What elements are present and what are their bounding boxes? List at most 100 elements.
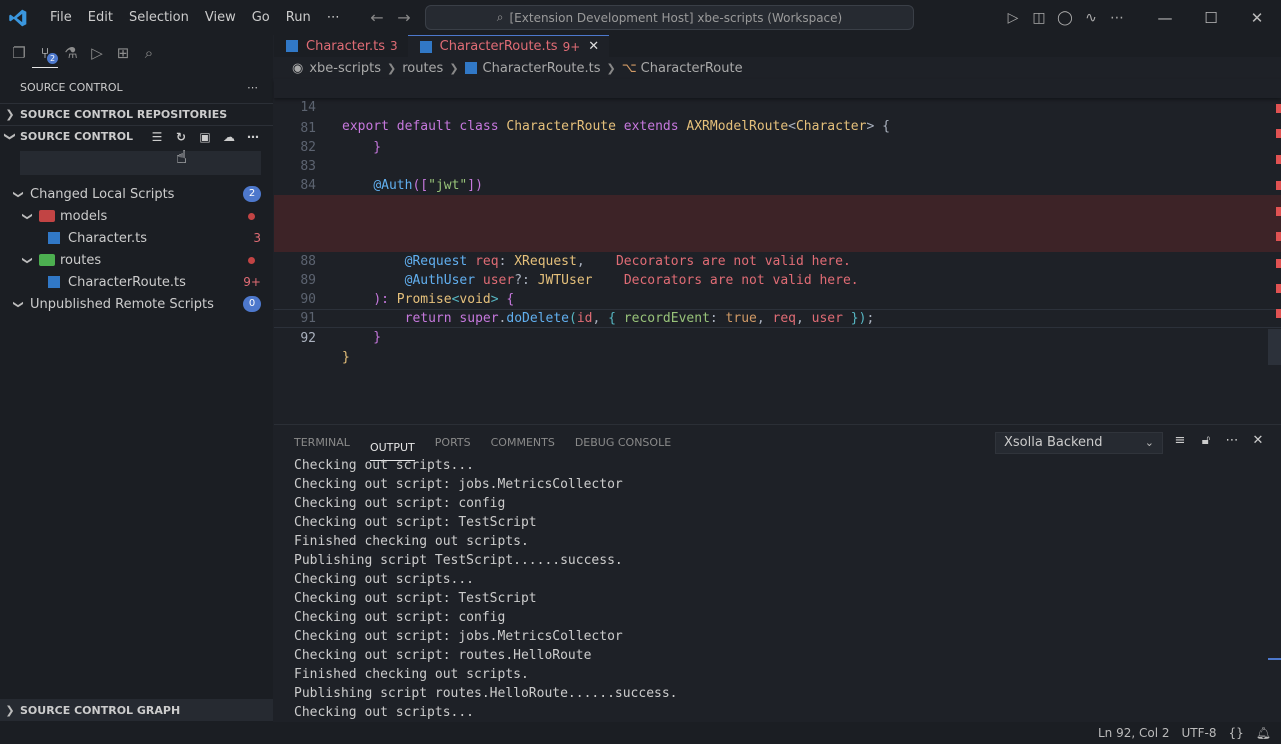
routes-label: routes bbox=[60, 252, 102, 268]
character-file-label: Character.ts bbox=[68, 230, 147, 246]
tab-label: Character.ts bbox=[306, 38, 385, 54]
breadcrumb-folder[interactable]: routes bbox=[402, 61, 443, 76]
breadcrumb-file[interactable]: CharacterRoute.ts bbox=[483, 61, 601, 76]
more-icon[interactable]: ⋯ bbox=[1222, 433, 1242, 448]
layout-icon[interactable]: ◫ bbox=[1026, 10, 1052, 26]
source-control-icon[interactable]: ⑂ 2 bbox=[32, 38, 58, 68]
menu-file[interactable]: File bbox=[42, 0, 80, 35]
section-source-control[interactable]: ❯ SOURCE CONTROL ☰ ↻ ▣ ☁ ⋯ bbox=[0, 125, 273, 147]
modified-dot bbox=[248, 213, 255, 220]
title-bar: File Edit Selection View Go Run ⋯ ← → ⌕ … bbox=[0, 0, 1281, 35]
tab-error-count: 9+ bbox=[562, 39, 581, 54]
menu-view[interactable]: View bbox=[197, 0, 244, 35]
minimize-icon[interactable]: — bbox=[1142, 9, 1188, 27]
code-line-error: 87 @Request req: XRequest, Decorators ar… bbox=[274, 214, 1281, 269]
scroll-thumb[interactable] bbox=[1268, 329, 1281, 365]
notifications-bell-icon[interactable]: 🔔︎ bbox=[1256, 726, 1271, 740]
pulse-icon[interactable]: ∿ bbox=[1078, 10, 1104, 26]
tree-file-character[interactable]: Character.ts 3 bbox=[0, 227, 273, 249]
error-marker bbox=[1276, 104, 1281, 113]
tree-folder-routes[interactable]: ❯ routes bbox=[0, 249, 273, 271]
close-window-icon[interactable]: ✕ bbox=[1234, 9, 1280, 27]
tab-characterroute[interactable]: CharacterRoute.ts 9+ ✕ bbox=[407, 35, 610, 57]
encoding[interactable]: UTF-8 bbox=[1182, 726, 1217, 740]
output-line: Checking out script: config bbox=[294, 610, 506, 625]
overview-ruler[interactable] bbox=[1268, 79, 1281, 424]
code-line: 14 export default class CharacterRoute e… bbox=[274, 79, 1281, 134]
tab-debug-console[interactable]: DEBUG CONSOLE bbox=[575, 425, 671, 461]
close-panel-icon[interactable]: ✕ bbox=[1248, 433, 1268, 448]
typescript-file-icon bbox=[419, 40, 432, 53]
cloud-upload-icon[interactable]: ☁ bbox=[217, 130, 241, 144]
error-marker bbox=[1276, 129, 1281, 138]
tree-changed-local-scripts[interactable]: ❯ Changed Local Scripts 2 bbox=[0, 183, 273, 205]
tree-folder-models[interactable]: ❯ models bbox=[0, 205, 273, 227]
maximize-icon[interactable]: ☐ bbox=[1188, 9, 1234, 27]
more-icon[interactable]: ⋯ bbox=[1104, 10, 1130, 26]
code-editor[interactable]: 14 export default class CharacterRoute e… bbox=[274, 79, 1281, 424]
menu-more[interactable]: ⋯ bbox=[319, 0, 348, 35]
sidebar: ❐ ⑂ 2 ⚗ ▷ ⊞ ⌕ SOURCE CONTROL ⋯ ❯ SOURCE C… bbox=[0, 35, 273, 722]
view-as-tree-icon[interactable]: ☰ bbox=[145, 130, 169, 144]
code-line-error: 88 @AuthUser user?: JWTUser Decorators a… bbox=[274, 233, 1281, 288]
refresh-icon[interactable]: ↻ bbox=[169, 130, 193, 144]
explorer-icon[interactable]: ❐ bbox=[6, 38, 32, 68]
tab-comments[interactable]: COMMENTS bbox=[491, 425, 555, 461]
search-icon: ⌕ bbox=[496, 10, 504, 24]
output-channel-select[interactable]: Xsolla Backend ⌄ bbox=[995, 432, 1163, 454]
output-line: Checking out scripts... bbox=[294, 705, 475, 720]
run-icon[interactable]: ▷ bbox=[1000, 10, 1026, 26]
close-icon[interactable]: ✕ bbox=[588, 39, 599, 54]
editor-tabs: Character.ts 3 CharacterRoute.ts 9+ ✕ bbox=[274, 35, 1281, 57]
output-line: Checking out script: TestScript bbox=[294, 515, 537, 530]
forward-arrow-icon[interactable]: → bbox=[391, 8, 417, 27]
clear-output-icon[interactable]: ≡ bbox=[1170, 433, 1190, 448]
menu-edit[interactable]: Edit bbox=[80, 0, 121, 35]
changed-count-badge: 2 bbox=[243, 186, 261, 202]
section-graph[interactable]: ❯ SOURCE CONTROL GRAPH bbox=[0, 699, 273, 721]
tree-unpublished-remote-scripts[interactable]: ❯ Unpublished Remote Scripts 0 bbox=[0, 293, 273, 315]
class-symbol-icon: ⌥ bbox=[621, 60, 637, 76]
tree-file-characterroute[interactable]: CharacterRoute.ts 9+ bbox=[0, 271, 273, 293]
back-arrow-icon[interactable]: ← bbox=[364, 8, 390, 27]
output-line: Finished checking out scripts. bbox=[294, 667, 529, 682]
error-marker bbox=[1276, 284, 1281, 293]
models-folder-icon bbox=[39, 210, 55, 222]
typescript-file-icon bbox=[48, 232, 60, 244]
chevron-right-icon: ❯ bbox=[5, 108, 15, 121]
typescript-file-icon bbox=[464, 62, 477, 74]
error-marker bbox=[1276, 232, 1281, 241]
line-number: 14 bbox=[300, 100, 316, 115]
menu-run[interactable]: Run bbox=[278, 0, 319, 35]
output-line: Checking out script: jobs.MetricsCollect… bbox=[294, 477, 623, 492]
code-line: 89 ): Promise<void> { bbox=[274, 252, 1281, 307]
cursor-position[interactable]: Ln 92, Col 2 bbox=[1098, 726, 1170, 740]
extensions-icon[interactable]: ⊞ bbox=[110, 38, 136, 68]
more-actions-icon[interactable]: ⋯ bbox=[241, 130, 265, 144]
status-bar: Ln 92, Col 2 UTF-8 {} 🔔︎ bbox=[0, 722, 1281, 744]
search-icon[interactable]: ⌕ bbox=[136, 38, 162, 68]
typescript-file-icon bbox=[48, 276, 60, 288]
changed-label: Changed Local Scripts bbox=[30, 186, 175, 202]
sidebar-header: SOURCE CONTROL ⋯ bbox=[0, 71, 273, 103]
run-debug-icon[interactable]: ▷ bbox=[84, 38, 110, 68]
typescript-file-icon bbox=[286, 40, 298, 52]
output-line: Checking out script: jobs.MetricsCollect… bbox=[294, 629, 623, 644]
lock-icon[interactable]: 🔓︎ bbox=[1196, 433, 1216, 448]
chevron-right-icon: ❯ bbox=[449, 61, 459, 75]
more-icon[interactable]: ⋯ bbox=[247, 81, 259, 94]
breadcrumb-workspace[interactable]: xbe-scripts bbox=[309, 61, 381, 76]
section-repositories[interactable]: ❯ SOURCE CONTROL REPOSITORIES bbox=[0, 103, 273, 125]
save-icon[interactable]: ▣ bbox=[193, 130, 217, 144]
testing-icon[interactable]: ⚗ bbox=[58, 38, 84, 68]
code-line: 85 private delete( bbox=[274, 176, 1281, 231]
language-mode[interactable]: {} bbox=[1228, 726, 1243, 740]
menu-go[interactable]: Go bbox=[244, 0, 278, 35]
breadcrumb-symbol[interactable]: CharacterRoute bbox=[641, 61, 743, 76]
error-marker bbox=[1276, 259, 1281, 268]
tab-character[interactable]: Character.ts 3 bbox=[274, 35, 408, 57]
menu-selection[interactable]: Selection bbox=[121, 0, 197, 35]
account-icon[interactable]: ◯ bbox=[1052, 10, 1078, 26]
command-center-search[interactable]: ⌕ [Extension Development Host] xbe-scrip… bbox=[425, 5, 914, 30]
commit-message-input[interactable] bbox=[20, 151, 261, 175]
